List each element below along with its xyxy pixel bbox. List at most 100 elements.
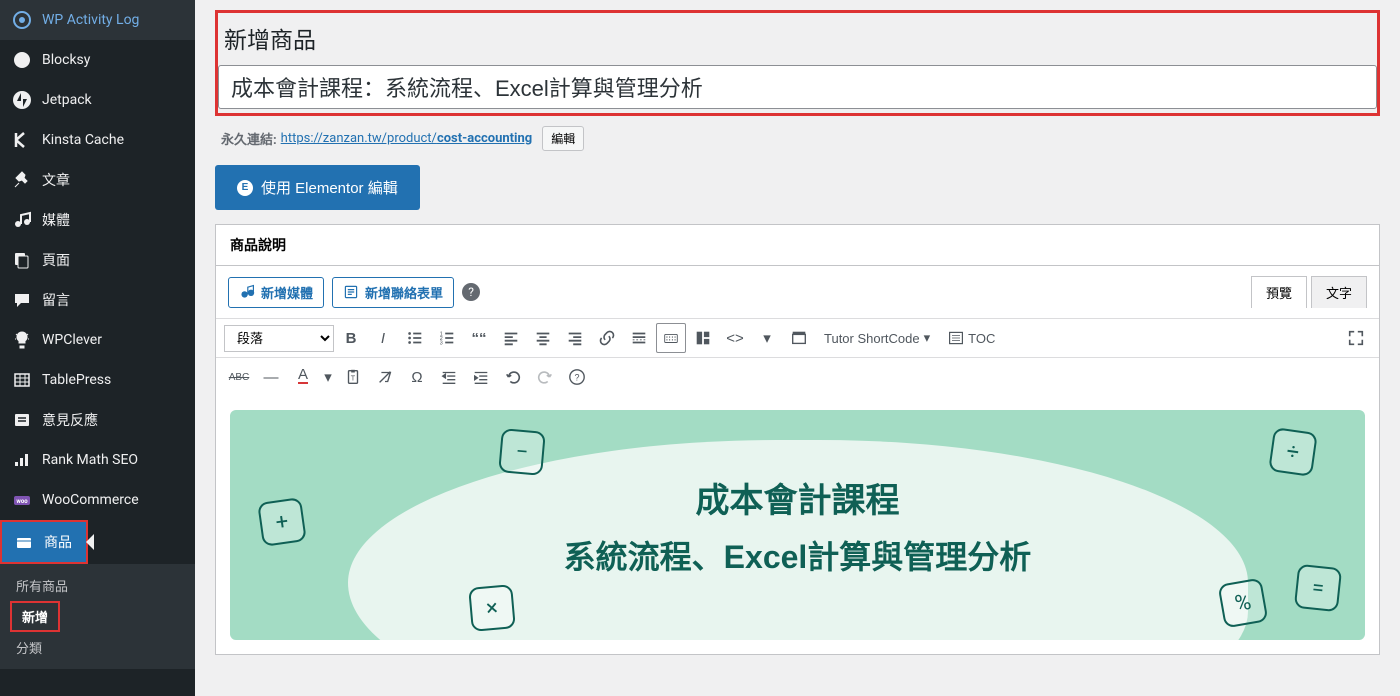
keyboard-help-button[interactable]: ? xyxy=(562,362,592,392)
code-button[interactable]: <> xyxy=(720,323,750,353)
comment-icon xyxy=(12,290,32,310)
submenu-all-products[interactable]: 所有商品 xyxy=(0,570,195,601)
menu-item-tablepress[interactable]: TablePress xyxy=(0,360,195,400)
edit-permalink-button[interactable]: 編輯 xyxy=(542,126,584,151)
menu-label: 意見反應 xyxy=(42,410,98,430)
editor-content[interactable]: + − × ÷ % = 成本會計課程 系統流程、Excel計算與管理分析 xyxy=(216,396,1379,654)
text-color-button[interactable]: A xyxy=(288,362,318,392)
tutor-shortcode-button[interactable]: Tutor ShortCode ▾ xyxy=(816,326,938,350)
add-contact-form-button[interactable]: 新增聯絡表單 xyxy=(332,277,454,308)
editor-mode-tabs: 預覽 文字 xyxy=(1251,276,1367,308)
divide-decor-icon: ÷ xyxy=(1268,427,1318,477)
menu-item-jetpack[interactable]: Jetpack xyxy=(0,80,195,120)
feedback-icon xyxy=(12,410,32,430)
insert-more-button[interactable] xyxy=(624,323,654,353)
horizontal-rule-button[interactable]: — xyxy=(256,362,286,392)
jetpack-icon xyxy=(12,90,32,110)
kinsta-icon xyxy=(12,130,32,150)
menu-item-blocksy[interactable]: Blocksy xyxy=(0,40,195,80)
blocksy-icon xyxy=(12,50,32,70)
form-icon xyxy=(343,284,359,300)
visual-tab[interactable]: 預覽 xyxy=(1251,276,1307,308)
menu-item-pages[interactable]: 頁面 xyxy=(0,240,195,280)
page-builder-button[interactable] xyxy=(688,323,718,353)
equals-decor-icon: = xyxy=(1294,564,1342,612)
media-icon xyxy=(12,210,32,230)
fullscreen-button[interactable] xyxy=(1341,323,1371,353)
permalink-row: 永久連結: https://zanzan.tw/product/cost-acc… xyxy=(221,126,1380,151)
bullet-list-button[interactable] xyxy=(400,323,430,353)
italic-button[interactable]: I xyxy=(368,323,398,353)
submenu-add-new[interactable]: 新增 xyxy=(10,601,60,632)
editor-toolbar-row2: ABC — A ▾ T Ω ? xyxy=(216,357,1379,396)
paste-text-button[interactable]: T xyxy=(338,362,368,392)
product-description-heading: 商品說明 xyxy=(215,224,1380,265)
minus-decor-icon: − xyxy=(498,428,546,476)
svg-text:?: ? xyxy=(574,373,579,383)
woocommerce-icon: woo xyxy=(12,490,32,510)
format-select[interactable]: 段落 xyxy=(224,325,334,352)
outdent-button[interactable] xyxy=(434,362,464,392)
menu-label: WP Activity Log xyxy=(42,12,139,28)
submenu-categories[interactable]: 分類 xyxy=(0,632,195,663)
chevron-down-icon[interactable]: ▾ xyxy=(752,323,782,353)
menu-item-products[interactable]: 商品 xyxy=(0,520,88,564)
menu-label: TablePress xyxy=(42,372,111,388)
svg-text:T: T xyxy=(351,374,356,383)
admin-sidebar: WP Activity Log Blocksy Jetpack Kinsta C… xyxy=(0,0,195,696)
clear-formatting-button[interactable] xyxy=(370,362,400,392)
align-left-button[interactable] xyxy=(496,323,526,353)
menu-item-rankmath[interactable]: Rank Math SEO xyxy=(0,440,195,480)
menu-label: Blocksy xyxy=(42,52,90,68)
svg-text:woo: woo xyxy=(16,498,28,505)
menu-item-feedback[interactable]: 意見反應 xyxy=(0,400,195,440)
menu-label: 留言 xyxy=(42,290,70,310)
title-highlight-box: 新增商品 xyxy=(215,10,1380,116)
blockquote-button[interactable]: ““ xyxy=(464,323,494,353)
edit-with-elementor-button[interactable]: E 使用 Elementor 編輯 xyxy=(215,165,420,210)
percent-decor-icon: % xyxy=(1218,578,1269,629)
main-content: 新增商品 永久連結: https://zanzan.tw/product/cos… xyxy=(195,0,1400,696)
indent-button[interactable] xyxy=(466,362,496,392)
chart-icon xyxy=(12,450,32,470)
redo-button[interactable] xyxy=(530,362,560,392)
menu-item-wp-activity-log[interactable]: WP Activity Log xyxy=(0,0,195,40)
lightbulb-icon xyxy=(12,330,32,350)
special-char-button[interactable]: Ω xyxy=(402,362,432,392)
menu-label: 商品 xyxy=(44,532,72,552)
keyboard-button[interactable] xyxy=(656,323,686,353)
menu-item-kinsta[interactable]: Kinsta Cache xyxy=(0,120,195,160)
bold-button[interactable]: B xyxy=(336,323,366,353)
menu-item-woocommerce[interactable]: woo WooCommerce xyxy=(0,480,195,520)
menu-label: 文章 xyxy=(42,170,70,190)
link-button[interactable] xyxy=(592,323,622,353)
menu-label: 頁面 xyxy=(42,250,70,270)
permalink-url[interactable]: https://zanzan.tw/product/cost-accountin… xyxy=(281,131,533,146)
insert-block-button[interactable] xyxy=(784,323,814,353)
help-icon[interactable]: ? xyxy=(462,283,480,301)
align-center-button[interactable] xyxy=(528,323,558,353)
banner-subtitle: 系統流程、Excel計算與管理分析 xyxy=(564,532,1032,578)
product-title-input[interactable] xyxy=(218,65,1377,109)
elementor-icon: E xyxy=(237,180,253,196)
toc-button[interactable]: TOC xyxy=(940,326,1003,350)
undo-button[interactable] xyxy=(498,362,528,392)
editor-wrapper: 新增媒體 新增聯絡表單 ? 預覽 文字 段落 B I 123 ““ xyxy=(215,265,1380,655)
text-color-chevron-icon[interactable]: ▾ xyxy=(320,362,336,392)
align-right-button[interactable] xyxy=(560,323,590,353)
menu-label: WooCommerce xyxy=(42,492,139,508)
menu-item-posts[interactable]: 文章 xyxy=(0,160,195,200)
menu-item-wpclever[interactable]: WPClever xyxy=(0,320,195,360)
banner-title: 成本會計課程 xyxy=(696,473,900,522)
pin-icon xyxy=(12,170,32,190)
add-media-button[interactable]: 新增媒體 xyxy=(228,277,324,308)
strikethrough-button[interactable]: ABC xyxy=(224,362,254,392)
menu-item-media[interactable]: 媒體 xyxy=(0,200,195,240)
table-icon xyxy=(12,370,32,390)
plus-decor-icon: + xyxy=(257,497,307,547)
numbered-list-button[interactable]: 123 xyxy=(432,323,462,353)
text-tab[interactable]: 文字 xyxy=(1311,276,1367,308)
pages-icon xyxy=(12,250,32,270)
multiply-decor-icon: × xyxy=(468,584,516,632)
menu-item-comments[interactable]: 留言 xyxy=(0,280,195,320)
